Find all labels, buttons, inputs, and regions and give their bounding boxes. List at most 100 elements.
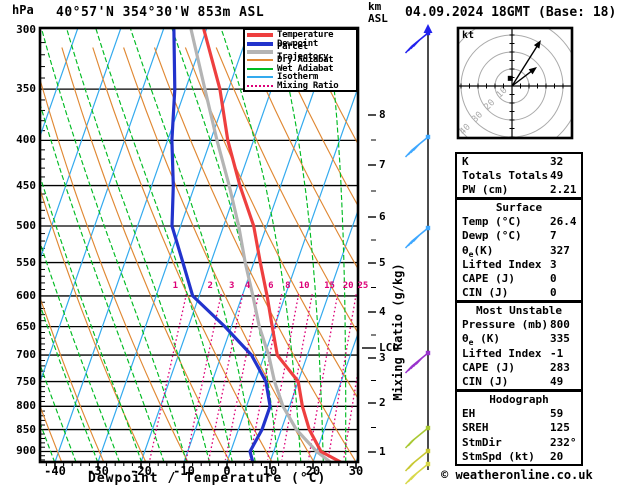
- mixing-ratio-value: 20: [342, 281, 354, 291]
- pressure-tick-label: 300: [16, 23, 36, 36]
- copyright: © weatheronline.co.uk: [441, 468, 593, 482]
- wind-barb-feather: [407, 461, 415, 470]
- stat-label: K: [462, 155, 469, 168]
- stat-label: CIN (J): [462, 374, 509, 388]
- stat-label: Temp (°C): [462, 215, 522, 229]
- temp-tick-label: 30: [348, 464, 364, 478]
- wet-adiabat-line: [368, 20, 374, 463]
- stat-row: Totals Totals 49: [457, 169, 581, 183]
- most-unstable-table-title: Most Unstable: [475, 304, 563, 317]
- legend-swatch: [247, 49, 273, 54]
- stat-value: 0: [550, 286, 557, 300]
- chart-legend: Temperature Dewpoint Parcel Trajectory Dry …: [243, 28, 358, 92]
- isotherm-line: [54, 29, 208, 461]
- dry-adiabat-line: [123, 47, 315, 461]
- stat-value: 2.21: [550, 183, 577, 197]
- hodograph-table: Hodograph EH 59 SREH 125 StmDir 232° StmSpd (kt…: [455, 390, 583, 466]
- stat-value: 335: [550, 332, 570, 346]
- pressure-tick-label: 900: [16, 444, 36, 458]
- stat-value: 125: [550, 421, 570, 435]
- wind-barb: [404, 134, 431, 158]
- mixing-ratio-axis-title: Mixing Ratio (g/kg): [391, 263, 405, 401]
- dry-adiabat-line: [41, 80, 189, 461]
- stat-label: Lifted Index: [462, 346, 542, 360]
- stat-label: PW (cm): [462, 183, 509, 197]
- stat-row: Pressure (mb) 800: [457, 318, 581, 332]
- stat-row: K 32: [457, 155, 581, 169]
- pressure-tick-label: 500: [16, 218, 36, 232]
- most-unstable-table: Most Unstable Pressure (mb) 800 θe (K) 335 Li…: [455, 301, 583, 391]
- dry-adiabat-line: [215, 47, 357, 333]
- temperature-curve: [202, 29, 342, 461]
- stat-label: StmSpd (kt): [462, 449, 535, 463]
- stat-label: StmDir: [462, 435, 502, 449]
- stat-label: Lifted Index: [462, 257, 542, 271]
- stat-row: SREH 125: [457, 421, 581, 435]
- stat-value: -1: [550, 346, 564, 360]
- mixing-ratio-value: 25: [357, 281, 369, 291]
- stat-row: θe(K) 327: [457, 243, 581, 259]
- mixing-ratio-value: 10: [298, 281, 310, 291]
- stat-value: 32: [550, 155, 564, 168]
- mixing-ratio-line: [342, 373, 357, 460]
- legend-swatch: [247, 84, 273, 87]
- wind-barb: [404, 448, 431, 472]
- wind-barb: [404, 225, 431, 249]
- stat-value: 232°: [550, 435, 577, 449]
- mixing-ratio-line: [208, 292, 244, 461]
- stat-label: SREH: [462, 421, 489, 435]
- stat-value: 49: [550, 374, 564, 388]
- km-tick-label: 4: [379, 305, 386, 318]
- pressure-tick-label: 450: [16, 178, 36, 192]
- pressure-tick-label: 600: [16, 288, 36, 302]
- wind-barb-feather: [407, 438, 415, 447]
- pressure-tick-label: 850: [16, 422, 36, 436]
- wind-barb: [404, 350, 431, 374]
- stat-row: θe (K) 335: [457, 332, 581, 348]
- pressure-tick-label: 800: [16, 399, 36, 413]
- stat-row: StmSpd (kt) 20: [457, 450, 581, 464]
- legend-swatch: [247, 67, 273, 70]
- pressure-tick-label: 750: [16, 374, 36, 388]
- stat-value: 3: [550, 257, 557, 271]
- stat-label: θe (K): [462, 332, 500, 348]
- dry-adiabat-line: [184, 47, 357, 398]
- mixing-ratio-line: [149, 292, 188, 461]
- pressure-tick-label: 400: [16, 133, 36, 147]
- stat-label: Totals Totals: [462, 169, 549, 183]
- pressure-tick-label: 550: [16, 255, 36, 269]
- stat-label: CAPE (J): [462, 271, 515, 285]
- legend-swatch: [247, 41, 273, 46]
- wind-barb: [404, 461, 431, 485]
- surface-table: Surface Temp (°C) 26.4 Dewp (°C) 7 θe(K) 327 Li…: [455, 198, 583, 302]
- stat-row: CAPE (J) 283: [457, 361, 581, 375]
- mixing-ratio-value: 8: [285, 281, 291, 291]
- stat-value: 327: [550, 243, 570, 257]
- isotherm-line: [312, 334, 357, 461]
- wet-adiabat-line: [95, 29, 233, 461]
- hodograph-table-title: Hodograph: [489, 393, 549, 406]
- stat-value: 20: [550, 449, 564, 463]
- stat-value: 7: [550, 229, 557, 243]
- surface-table-title: Surface: [495, 201, 543, 214]
- hodograph-origin-marker: [507, 75, 513, 81]
- stat-value: 49: [550, 169, 564, 183]
- stat-row: CIN (J) 49: [457, 375, 581, 389]
- km-tick-label: 6: [379, 210, 386, 223]
- legend-item: Mixing Ratio: [247, 80, 356, 91]
- wind-barb: [404, 425, 431, 449]
- stat-row: CAPE (J) 0: [457, 272, 581, 286]
- pressure-tick-label: 350: [16, 82, 36, 96]
- km-tick-label: 5: [379, 256, 386, 269]
- stat-label: EH: [462, 407, 476, 421]
- mixing-ratio-value: 4: [244, 281, 251, 291]
- stat-value: 59: [550, 407, 564, 421]
- mixing-ratio-line: [327, 292, 357, 461]
- legend-swatch: [247, 59, 273, 62]
- stat-label: Pressure (mb): [462, 318, 549, 332]
- legend-label: Mixing Ratio: [277, 80, 339, 91]
- km-tick-label: 2: [379, 396, 386, 409]
- stat-row: Dewp (°C) 7: [457, 229, 581, 243]
- isotherm-line: [226, 88, 357, 461]
- wind-barb: [404, 30, 431, 54]
